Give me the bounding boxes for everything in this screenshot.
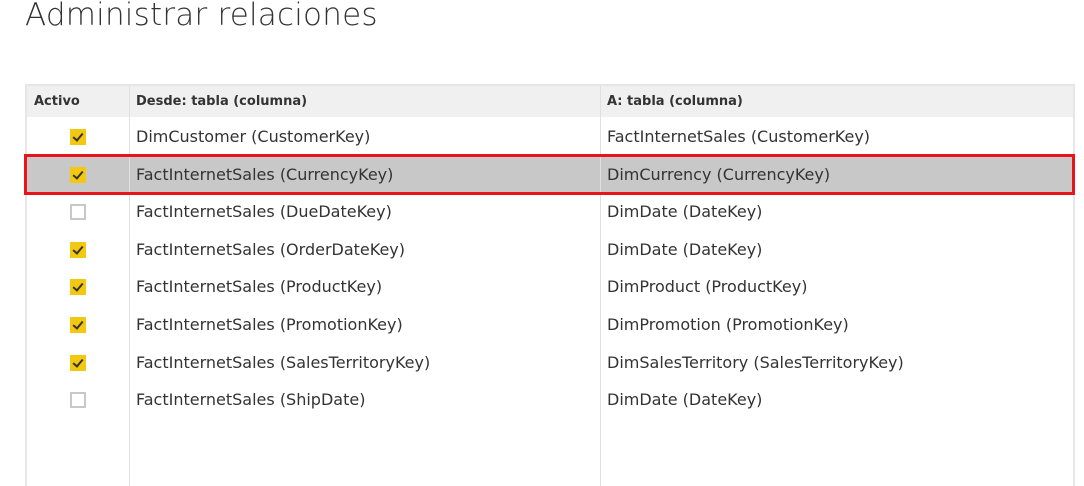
to-cell: DimSalesTerritory (SalesTerritoryKey) [607,352,904,372]
relationships-table: Activo Desde: tabla (columna) A: tabla (… [25,84,1075,486]
to-cell: DimDate (DateKey) [607,239,763,259]
from-cell: FactInternetSales (ShipDate) [136,390,366,410]
to-cell: DimPromotion (PromotionKey) [607,315,849,334]
column-header-from[interactable]: Desde: tabla (columna) [136,94,307,109]
from-cell: FactInternetSales (SalesTerritoryKey) [136,352,431,372]
table-row[interactable]: FactInternetSales (PromotionKey) DimProm… [27,307,1073,343]
table-row[interactable]: FactInternetSales (OrderDateKey) DimDate… [27,232,1073,268]
page-title: Administrar relaciones [25,0,378,33]
from-cell: FactInternetSales (PromotionKey) [136,315,403,334]
column-divider [129,86,130,486]
table-row[interactable]: FactInternetSales (DueDateKey) DimDate (… [27,194,1073,230]
from-cell: FactInternetSales (OrderDateKey) [136,239,406,259]
active-checkbox[interactable] [70,392,86,409]
to-cell: DimCurrency (CurrencyKey) [607,164,831,184]
column-header-to[interactable]: A: tabla (columna) [607,94,743,109]
column-header-active[interactable]: Activo [34,94,80,109]
from-cell: FactInternetSales (DueDateKey) [136,202,392,222]
to-cell: DimDate (DateKey) [607,202,763,222]
table-row[interactable]: FactInternetSales (ShipDate) DimDate (Da… [27,382,1073,418]
table-row[interactable]: FactInternetSales (SalesTerritoryKey) Di… [27,345,1073,381]
from-cell: DimCustomer (CustomerKey) [136,127,371,146]
column-divider [600,86,601,486]
table-row[interactable]: DimCustomer (CustomerKey) FactInternetSa… [27,119,1073,155]
table-row[interactable]: FactInternetSales (CurrencyKey) DimCurre… [27,156,1073,193]
table-header: Activo Desde: tabla (columna) A: tabla (… [27,86,1073,117]
active-checkbox[interactable] [70,317,86,333]
active-checkbox[interactable] [70,166,86,183]
active-checkbox[interactable] [70,279,86,296]
active-checkbox[interactable] [70,241,86,258]
from-cell: FactInternetSales (ProductKey) [136,277,383,297]
active-checkbox[interactable] [70,354,86,371]
active-checkbox[interactable] [70,204,86,221]
active-checkbox[interactable] [70,129,86,145]
to-cell: FactInternetSales (CustomerKey) [607,127,871,146]
to-cell: DimProduct (ProductKey) [607,277,808,297]
to-cell: DimDate (DateKey) [607,390,763,410]
table-row[interactable]: FactInternetSales (ProductKey) DimProduc… [27,269,1073,305]
from-cell: FactInternetSales (CurrencyKey) [136,164,394,184]
